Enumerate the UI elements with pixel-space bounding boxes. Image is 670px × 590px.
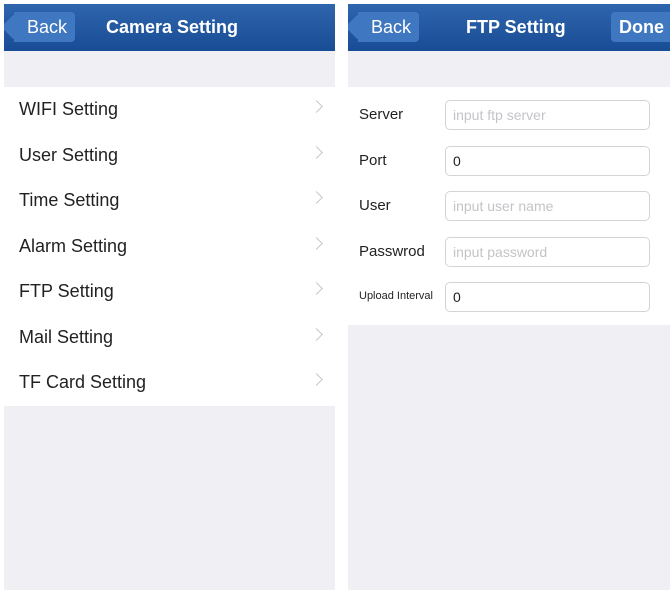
upload-interval-label: Upload Interval: [359, 290, 433, 302]
nav-bar: Back Camera Setting: [4, 4, 335, 51]
list-item-mail-setting[interactable]: Mail Setting: [4, 315, 335, 361]
ftp-setting-screen: Back FTP Setting Done Server Port User P…: [348, 4, 670, 590]
list-item-tf-card-setting[interactable]: TF Card Setting: [4, 360, 335, 406]
back-button[interactable]: Back: [14, 12, 76, 42]
list-item-user-setting[interactable]: User Setting: [4, 133, 335, 179]
upload-interval-input[interactable]: [445, 282, 650, 312]
camera-setting-screen: Back Camera Setting WIFI Setting User Se…: [4, 4, 335, 590]
list-item-label: Alarm Setting: [19, 235, 128, 256]
password-label: Passwrod: [359, 242, 425, 260]
server-input[interactable]: [445, 100, 650, 130]
form-row-user: User: [348, 183, 670, 229]
nav-bar: Back FTP Setting Done: [348, 4, 670, 51]
chevron-right-icon: [310, 282, 323, 295]
list-item-label: Time Setting: [19, 190, 120, 210]
page-title: FTP Setting: [466, 17, 566, 37]
page-title: Camera Setting: [106, 17, 239, 37]
list-item-wifi-setting[interactable]: WIFI Setting: [4, 87, 335, 133]
form-row-upload-interval: Upload Interval: [348, 274, 670, 320]
list-item-label: User Setting: [19, 144, 119, 165]
done-button[interactable]: Done: [611, 12, 670, 42]
port-input[interactable]: [445, 145, 650, 176]
back-button-label: Back: [27, 17, 68, 37]
chevron-right-icon: [310, 373, 323, 386]
form-row-server: Server: [348, 92, 670, 138]
chevron-right-icon: [310, 327, 323, 341]
chevron-right-icon: [310, 100, 323, 113]
settings-list: WIFI Setting User Setting Time Setting A…: [4, 87, 335, 406]
list-item-ftp-setting[interactable]: FTP Setting: [4, 269, 335, 315]
list-item-label: FTP Setting: [19, 281, 114, 301]
list-item-label: Mail Setting: [19, 326, 114, 347]
list-item-alarm-setting[interactable]: Alarm Setting: [4, 224, 335, 270]
ftp-form: Server Port User Passwrod Upload Interva…: [348, 87, 670, 325]
user-input[interactable]: [445, 191, 650, 221]
back-button-label: Back: [371, 17, 412, 37]
password-input[interactable]: [445, 236, 650, 267]
form-row-password: Passwrod: [348, 229, 670, 275]
chevron-right-icon: [310, 145, 323, 159]
chevron-right-icon: [310, 191, 323, 204]
list-item-label: WIFI Setting: [19, 99, 119, 119]
chevron-right-icon: [310, 236, 323, 250]
port-label: Port: [359, 151, 387, 169]
back-button[interactable]: Back: [358, 12, 420, 42]
server-label: Server: [359, 106, 404, 123]
form-row-port: Port: [348, 138, 670, 184]
list-item-time-setting[interactable]: Time Setting: [4, 178, 335, 224]
user-label: User: [359, 197, 391, 214]
list-item-label: TF Card Setting: [19, 372, 147, 392]
